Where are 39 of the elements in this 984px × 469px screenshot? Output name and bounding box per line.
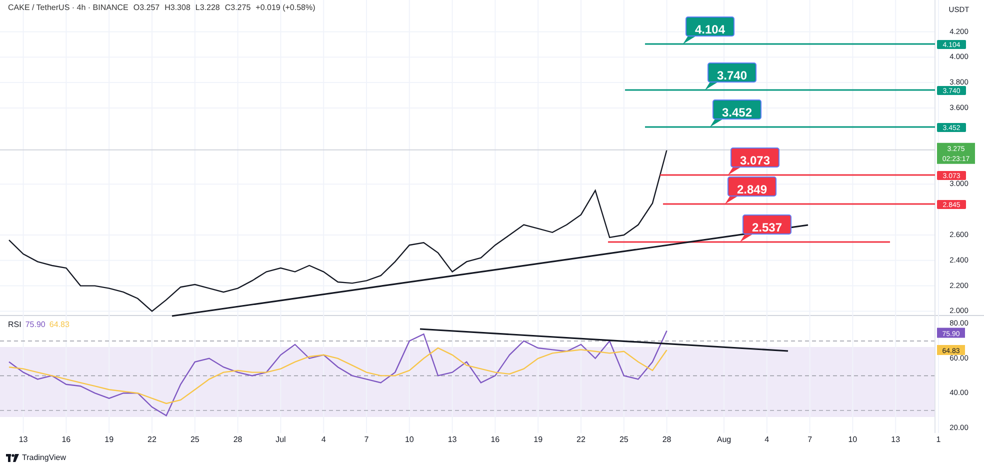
ohlc-value: O3.257 <box>133 3 160 12</box>
date-label: 28 <box>662 435 672 444</box>
brand-name: TradingView <box>22 453 66 462</box>
price-callout: 3.073 <box>728 148 780 175</box>
date-label: 25 <box>190 435 200 444</box>
ma-value: 64.83 <box>49 320 70 329</box>
date-label: 22 <box>148 435 156 444</box>
date-label: 7 <box>364 435 369 444</box>
date-label: 10 <box>848 435 858 444</box>
date-label: 10 <box>404 435 414 444</box>
price-callout: 3.740 <box>705 62 756 90</box>
price-callout: 3.452 <box>710 100 762 127</box>
price-callout: 4.104 <box>683 16 734 44</box>
date-label: 19 <box>104 435 114 444</box>
tradingview-logo-icon <box>6 454 19 462</box>
date-label: 1 <box>936 435 941 444</box>
date-label: 16 <box>62 435 71 444</box>
date-label: 25 <box>619 435 628 444</box>
indicator-title: RSI <box>8 320 22 329</box>
date-label: Aug <box>716 435 732 444</box>
price-callout: 2.849 <box>725 176 776 204</box>
ohlc-value: H3.308 <box>164 3 190 12</box>
date-label: 13 <box>448 435 457 444</box>
date-label: 13 <box>18 435 28 444</box>
date-label: Jul <box>276 435 286 444</box>
ohlc-value: L3.228 <box>195 3 220 12</box>
date-label: 4 <box>321 435 326 444</box>
price-callout: 2.537 <box>740 214 792 242</box>
date-label: 4 <box>764 435 770 444</box>
date-label: 28 <box>233 435 242 444</box>
date-label: 16 <box>490 435 500 444</box>
date-label: 7 <box>808 435 812 444</box>
date-label: 19 <box>534 435 543 444</box>
symbol-title: CAKE / TetherUS · 4h · BINANCE <box>8 3 128 12</box>
ohlc-value: +0.019 (+0.58%) <box>256 3 316 12</box>
date-label: 13 <box>891 435 900 444</box>
ohlc-value: C3.275 <box>224 3 251 12</box>
date-label: 22 <box>576 435 586 444</box>
rsi-value: 75.90 <box>25 320 46 329</box>
